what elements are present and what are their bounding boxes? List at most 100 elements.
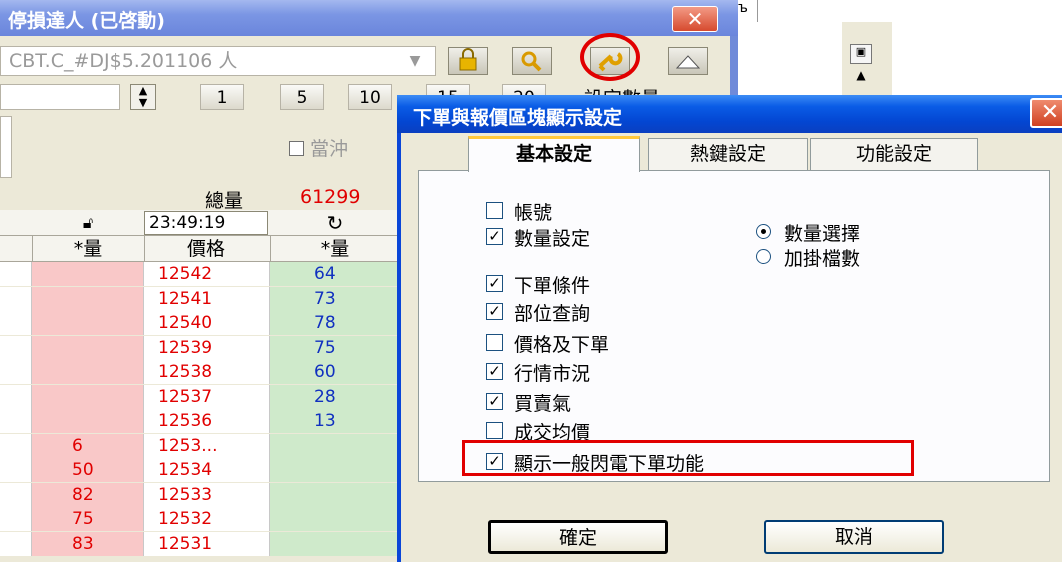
daytrade-label: 當沖 bbox=[310, 138, 349, 160]
lock-button[interactable] bbox=[448, 47, 488, 75]
price-cell: 12533 bbox=[144, 482, 270, 507]
option-radio[interactable] bbox=[756, 224, 771, 239]
quantity-stepper[interactable]: ▲ ▼ bbox=[130, 84, 156, 110]
option-label: 部位查詢 bbox=[514, 303, 591, 325]
unlock-icon[interactable]: 🔓︎ bbox=[32, 211, 144, 235]
bid-qty-cell[interactable] bbox=[32, 262, 144, 286]
ask-qty-cell[interactable] bbox=[270, 531, 400, 556]
option-checkbox[interactable]: ✓ bbox=[486, 393, 503, 410]
option-checkbox[interactable] bbox=[486, 334, 503, 351]
radio-dot bbox=[761, 229, 766, 234]
row-side-cell bbox=[0, 458, 32, 482]
ask-qty-cell[interactable]: 28 bbox=[270, 384, 400, 409]
scroll-up-icon[interactable]: ▲ bbox=[850, 68, 872, 82]
side-tab[interactable]: ъ bbox=[738, 0, 758, 22]
collapse-button[interactable] bbox=[668, 47, 708, 75]
highlight-circle bbox=[580, 33, 640, 81]
ask-qty-cell[interactable] bbox=[270, 482, 400, 507]
header-divider bbox=[144, 236, 145, 262]
ask-qty-cell[interactable]: 73 bbox=[270, 286, 400, 311]
cancel-button[interactable]: 取消 bbox=[764, 520, 944, 554]
search-icon bbox=[521, 51, 542, 72]
table-row[interactable]: 12537 28 bbox=[0, 384, 400, 409]
option-label: 買賣氣 bbox=[514, 393, 572, 415]
ok-button[interactable]: 確定 bbox=[488, 520, 668, 554]
header-divider bbox=[270, 236, 271, 262]
dialog-title: 下單與報價區塊顯示設定 bbox=[413, 107, 623, 129]
option-checkbox[interactable]: ✓ bbox=[486, 275, 503, 292]
bid-qty-cell[interactable]: 83 bbox=[32, 531, 144, 556]
option-checkbox[interactable]: ✓ bbox=[486, 363, 503, 380]
bid-qty-cell[interactable] bbox=[32, 409, 144, 433]
table-row[interactable]: 12541 73 bbox=[0, 286, 400, 311]
bid-qty-cell[interactable] bbox=[32, 311, 144, 335]
option-label: 數量設定 bbox=[514, 228, 591, 250]
table-row[interactable]: 12538 60 bbox=[0, 360, 400, 384]
bid-qty-cell[interactable]: 6 bbox=[32, 433, 144, 458]
option-checkbox[interactable]: ✓ bbox=[486, 228, 503, 245]
ask-qty-cell[interactable]: 75 bbox=[270, 335, 400, 360]
qty-button-1[interactable]: 1 bbox=[200, 84, 244, 110]
window-restore-icon[interactable]: ▣ bbox=[850, 44, 872, 64]
option-checkbox[interactable]: ✓ bbox=[486, 303, 503, 320]
quantity-input[interactable] bbox=[0, 84, 120, 110]
option-checkbox[interactable] bbox=[486, 422, 503, 439]
ask-qty-cell[interactable]: 78 bbox=[270, 311, 400, 335]
symbol-select[interactable]: CBT.C_#DJ$5.201106 人 bbox=[0, 46, 436, 76]
qty-button-5[interactable]: 5 bbox=[280, 84, 324, 110]
volume-value: 61299 bbox=[300, 186, 361, 208]
bid-qty-cell[interactable]: 50 bbox=[32, 458, 144, 482]
bid-qty-cell[interactable] bbox=[32, 360, 144, 384]
table-row[interactable]: 75 12532 bbox=[0, 507, 400, 531]
tab-basic[interactable]: 基本設定 bbox=[468, 136, 640, 172]
price-cell: 12531 bbox=[144, 531, 270, 556]
price-cell: 12538 bbox=[144, 360, 270, 384]
ask-qty-cell[interactable]: 13 bbox=[270, 409, 400, 433]
table-row[interactable]: 83 12531 bbox=[0, 531, 400, 556]
refresh-icon[interactable]: ↻ bbox=[270, 211, 400, 235]
price-cell: 12537 bbox=[144, 384, 270, 409]
header-price: 價格 bbox=[186, 238, 225, 260]
tab-hotkey[interactable]: 熱鍵設定 bbox=[648, 138, 808, 170]
row-side-cell bbox=[0, 262, 32, 286]
price-cell: 1253... bbox=[144, 433, 270, 458]
ask-qty-cell[interactable]: 64 bbox=[270, 262, 400, 286]
row-side-cell bbox=[0, 360, 32, 384]
bid-qty-cell[interactable]: 75 bbox=[32, 507, 144, 531]
ask-qty-cell[interactable] bbox=[270, 507, 400, 531]
time-display: 23:49:19 bbox=[144, 211, 268, 235]
search-button[interactable] bbox=[512, 47, 552, 75]
table-row[interactable]: 6 1253... bbox=[0, 433, 400, 458]
table-row[interactable]: 12542 64 bbox=[0, 262, 400, 286]
daytrade-checkbox[interactable] bbox=[289, 141, 304, 156]
ask-qty-cell[interactable] bbox=[270, 433, 400, 458]
header-bid-qty: *量 bbox=[73, 238, 103, 260]
option-checkbox[interactable] bbox=[486, 202, 503, 219]
close-button[interactable]: ✕ bbox=[672, 6, 718, 32]
qty-button-10[interactable]: 10 bbox=[348, 84, 392, 110]
row-side-cell bbox=[0, 384, 32, 409]
volume-label: 總量 bbox=[205, 190, 244, 212]
tab-function[interactable]: 功能設定 bbox=[810, 138, 978, 170]
table-row[interactable]: 50 12534 bbox=[0, 458, 400, 482]
dialog-close-button[interactable]: ✕ bbox=[1030, 98, 1062, 128]
bid-qty-cell[interactable] bbox=[32, 384, 144, 409]
bid-qty-cell[interactable] bbox=[32, 286, 144, 311]
option-radio[interactable] bbox=[756, 249, 771, 264]
bid-qty-cell[interactable] bbox=[32, 335, 144, 360]
ask-qty-cell[interactable]: 60 bbox=[270, 360, 400, 384]
price-cell: 12541 bbox=[144, 286, 270, 311]
bid-qty-cell[interactable]: 82 bbox=[32, 482, 144, 507]
ask-qty-cell[interactable] bbox=[270, 458, 400, 482]
price-cell: 12536 bbox=[144, 409, 270, 433]
radio-label: 數量選擇 bbox=[784, 223, 861, 245]
window-title: 停損達人 (已啓動) bbox=[8, 10, 165, 32]
chevron-down-icon[interactable]: ▼ bbox=[400, 48, 430, 74]
table-row[interactable]: 12539 75 bbox=[0, 335, 400, 360]
price-cell: 12532 bbox=[144, 507, 270, 531]
table-row[interactable]: 12536 13 bbox=[0, 409, 400, 433]
table-row[interactable]: 82 12533 bbox=[0, 482, 400, 507]
table-row[interactable]: 12540 78 bbox=[0, 311, 400, 335]
price-cell: 12539 bbox=[144, 335, 270, 360]
price-cell: 12540 bbox=[144, 311, 270, 335]
